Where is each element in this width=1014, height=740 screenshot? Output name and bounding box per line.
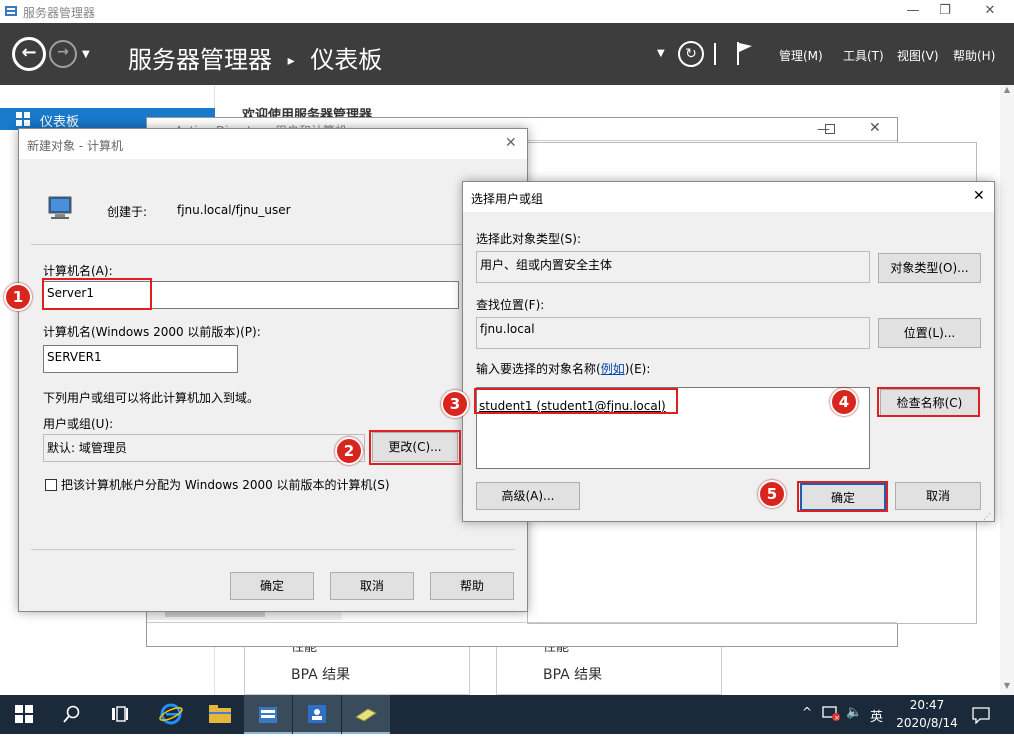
computer-name-label: 计算机名(A): (43, 264, 113, 278)
join-note: 下列用户或组可以将此计算机加入到域。 (43, 391, 260, 405)
ok-button[interactable]: 确定 (230, 572, 314, 600)
user-group-label: 用户或组(U): (43, 417, 114, 431)
menu-manage[interactable]: 管理(M) (779, 47, 823, 64)
close-button[interactable]: ✕ (973, 188, 985, 204)
legacy-name-label: 计算机名(Windows 2000 以前版本)(P): (43, 325, 261, 339)
window-title: 服务器管理器 (23, 6, 96, 20)
step-marker-2: 2 (335, 437, 363, 465)
notepad-taskbar-icon[interactable] (342, 695, 390, 734)
cancel-button[interactable]: 取消 (895, 482, 981, 510)
network-icon[interactable]: × (822, 705, 840, 722)
dropdown-icon[interactable]: ▼ (657, 48, 665, 59)
cancel-button[interactable]: 取消 (330, 572, 414, 600)
notifications-flag-icon[interactable] (736, 40, 754, 69)
resize-grip-icon[interactable]: ⋰ (983, 512, 991, 521)
separator (31, 244, 515, 245)
computer-icon (45, 195, 75, 224)
breadcrumb-app[interactable]: 服务器管理器 (128, 40, 272, 75)
tile-bpa[interactable]: BPA 结果 (543, 664, 602, 684)
back-button[interactable]: ← (12, 37, 46, 71)
aduc-taskbar-icon[interactable] (293, 695, 341, 734)
search-icon[interactable] (48, 695, 96, 734)
action-center-icon[interactable] (972, 706, 990, 727)
internet-explorer-icon[interactable] (147, 695, 195, 734)
menu-tools[interactable]: 工具(T) (843, 47, 884, 64)
user-group-field: 默认: 域管理员 (43, 434, 365, 462)
highlight-computer-name (42, 278, 152, 310)
object-name-label: 输入要选择的对象名称(例如)(E): (476, 360, 650, 377)
breadcrumb-page: 仪表板 (310, 46, 383, 74)
new-computer-titlebar: 新建对象 - 计算机 ✕ (19, 129, 527, 159)
highlight-change-button (369, 430, 461, 465)
object-name-label-pre: 输入要选择的对象名称( (476, 362, 601, 376)
file-explorer-icon[interactable] (196, 695, 244, 734)
separator (31, 549, 515, 550)
clock-date[interactable]: 2020/8/14 (896, 716, 958, 730)
taskbar: ^ × 🔈 英 20:47 2020/8/14 (0, 695, 1014, 734)
maximize-button[interactable]: ❐ (925, 0, 965, 23)
object-types-button[interactable]: 对象类型(O)... (878, 253, 981, 283)
task-view-icon[interactable] (96, 695, 144, 734)
scroll-up-icon[interactable]: ▲ (1002, 85, 1012, 97)
close-button[interactable]: ✕ (505, 135, 517, 151)
new-computer-dialog: 新建对象 - 计算机 ✕ 创建于: fjnu.local/fjnu_user 计… (18, 128, 528, 612)
server-manager-header: ← → ▼ 服务器管理器 ▸ 仪表板 ▼ ↻ 管理(M) 工具(T) 视图(V)… (0, 23, 1014, 85)
history-dropdown-icon[interactable]: ▼ (82, 49, 90, 60)
refresh-icon[interactable]: ↻ (678, 41, 704, 67)
new-computer-title: 新建对象 - 计算机 (27, 139, 123, 153)
dashboard-grid-icon (16, 112, 30, 126)
legacy-name-input[interactable]: SERVER1 (43, 345, 238, 373)
object-type-field: 用户、组或内置安全主体 (476, 251, 870, 283)
ime-language-indicator[interactable]: 英 (870, 706, 883, 725)
content-scrollbar[interactable]: ▲ ▼ (1000, 85, 1014, 695)
scroll-down-icon[interactable]: ▼ (1002, 681, 1012, 693)
server-manager-app-icon (4, 4, 18, 18)
server-manager-taskbar-icon[interactable] (244, 695, 292, 734)
step-marker-3: 3 (441, 390, 469, 418)
select-users-dialog: 选择用户或组 ✕ 选择此对象类型(S): 用户、组或内置安全主体 对象类型(O)… (462, 181, 995, 522)
forward-button[interactable]: → (49, 40, 77, 68)
object-type-label: 选择此对象类型(S): (476, 232, 582, 246)
legacy-checkbox[interactable] (45, 479, 57, 491)
step-marker-4: 4 (830, 388, 858, 416)
highlight-check-names (877, 387, 980, 417)
created-in-label: 创建于: (107, 205, 148, 219)
highlight-object-name (474, 388, 678, 414)
breadcrumb-separator-icon: ▸ (287, 53, 295, 69)
location-label: 查找位置(F): (476, 298, 545, 312)
aduc-maximize-button[interactable] (825, 124, 835, 134)
locations-button[interactable]: 位置(L)... (878, 318, 981, 348)
menu-help[interactable]: 帮助(H) (953, 47, 995, 64)
breadcrumb: 服务器管理器 ▸ 仪表板 (128, 40, 382, 75)
examples-link[interactable]: 例如 (601, 362, 625, 376)
clock-time[interactable]: 20:47 (904, 698, 950, 712)
tile-bpa[interactable]: BPA 结果 (291, 664, 350, 684)
aduc-status-divider (147, 622, 897, 623)
select-users-titlebar: 选择用户或组 ✕ (463, 182, 994, 212)
window-titlebar: 服务器管理器 — ❐ ✕ (0, 0, 1014, 23)
header-divider (714, 43, 716, 65)
legacy-checkbox-label[interactable]: 把该计算机帐户分配为 Windows 2000 以前版本的计算机(S) (61, 476, 390, 493)
menu-view[interactable]: 视图(V) (897, 47, 939, 64)
aduc-close-button[interactable]: ✕ (869, 120, 881, 136)
help-button[interactable]: 帮助 (430, 572, 514, 600)
volume-icon[interactable]: 🔈 (846, 705, 862, 720)
tray-overflow-icon[interactable]: ^ (802, 705, 812, 719)
step-marker-1: 1 (4, 283, 32, 311)
svg-text:×: × (834, 714, 840, 721)
advanced-button[interactable]: 高级(A)... (476, 482, 580, 510)
highlight-ok-button (797, 481, 888, 512)
close-button[interactable]: ✕ (970, 0, 1010, 23)
created-in-value: fjnu.local/fjnu_user (177, 203, 291, 217)
location-field: fjnu.local (476, 317, 870, 349)
step-marker-5: 5 (758, 480, 786, 508)
select-users-title: 选择用户或组 (471, 192, 544, 206)
start-windows-icon[interactable] (0, 695, 48, 734)
object-name-label-post: )(E): (624, 362, 651, 376)
